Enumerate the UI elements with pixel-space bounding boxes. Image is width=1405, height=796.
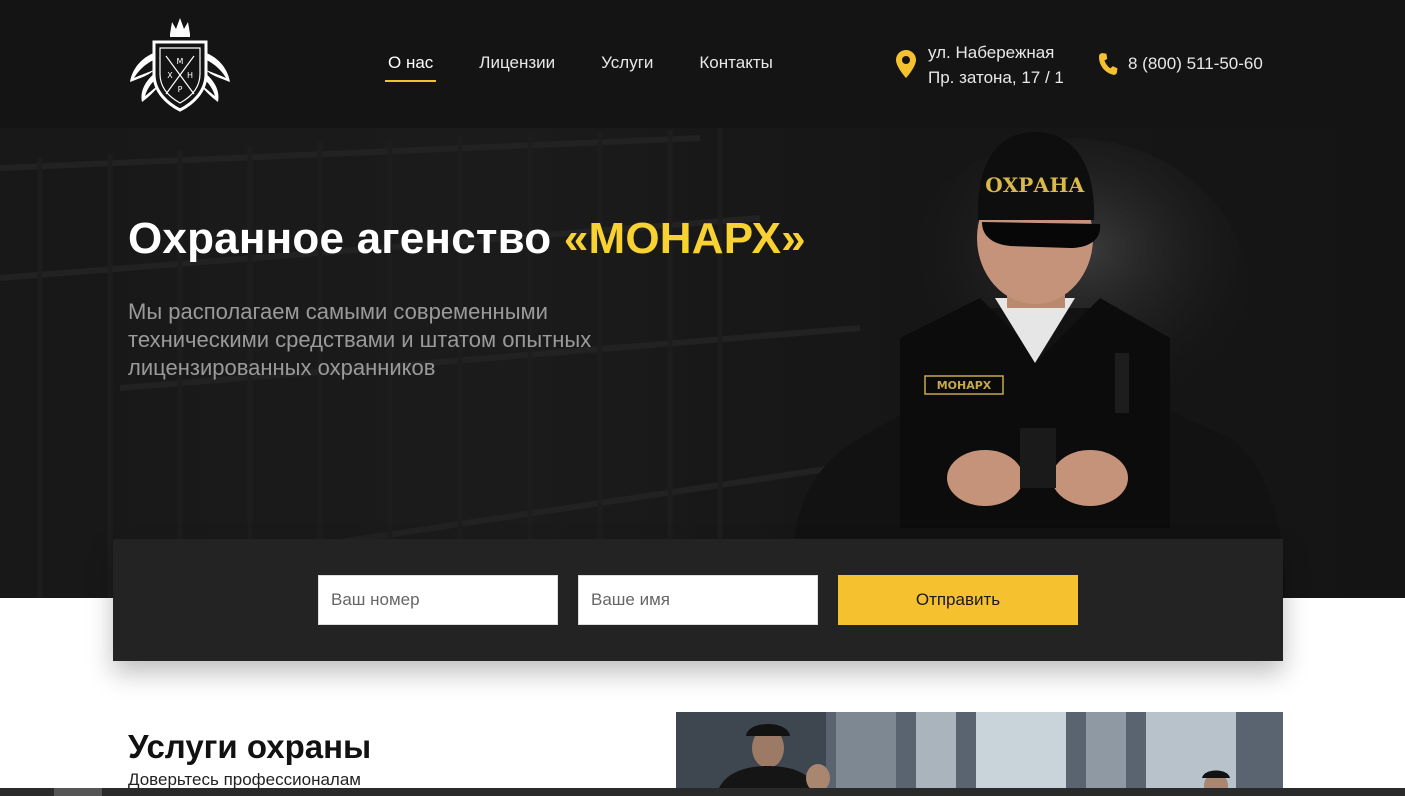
- logo-letter-right: Н: [187, 71, 193, 80]
- services-title: Услуги охраны: [128, 728, 372, 765]
- guards-team-photo: [676, 712, 1283, 796]
- logo-letter-left: Х: [167, 71, 173, 80]
- phone-input[interactable]: [318, 575, 558, 625]
- main-nav: О нас Лицензии Услуги Контакты: [384, 52, 819, 82]
- hero-section: Охранное агенство «МОНАРХ» Мы располагае…: [0, 128, 1405, 598]
- security-guard-image: ОХРАНА МОНАРХ: [790, 132, 1285, 598]
- hero-title-main: Охранное агенство: [128, 214, 564, 263]
- hero-title: Охранное агенство «МОНАРХ»: [128, 214, 806, 264]
- address-line-2: Пр. затона, 17 / 1: [928, 68, 1064, 87]
- patch-text: МОНАРХ: [937, 379, 992, 392]
- logo-letter-bottom: Р: [178, 85, 183, 94]
- phone-block[interactable]: 8 (800) 511-50-60: [1096, 52, 1263, 76]
- hero-subtitle: Мы располагаем самыми современными техни…: [128, 299, 592, 380]
- services-subtitle: Доверьтесь профессионалам: [128, 770, 361, 789]
- nav-item-about[interactable]: О нас: [384, 52, 437, 82]
- cap-text: ОХРАНА: [985, 173, 1085, 197]
- address-block: ул. Набережная Пр. затона, 17 / 1: [896, 40, 1064, 90]
- address-text: ул. Набережная Пр. затона, 17 / 1: [928, 40, 1064, 90]
- horizontal-scrollbar[interactable]: [0, 788, 1405, 796]
- phone-icon: [1099, 53, 1118, 75]
- nav-item-contacts[interactable]: Контакты: [699, 52, 772, 74]
- submit-button[interactable]: Отправить: [838, 575, 1078, 625]
- address-line-1: ул. Набережная: [928, 43, 1055, 62]
- scrollbar-thumb[interactable]: [54, 788, 102, 796]
- location-pin-icon: [896, 50, 916, 78]
- phone-number[interactable]: 8 (800) 511-50-60: [1128, 54, 1263, 74]
- nav-item-licenses[interactable]: Лицензии: [479, 52, 555, 74]
- nav-item-services[interactable]: Услуги: [601, 52, 653, 74]
- monarch-logo[interactable]: М Х Н Р: [126, 12, 234, 116]
- name-input[interactable]: [578, 575, 818, 625]
- logo-letter-top: М: [177, 57, 184, 66]
- site-header: М Х Н Р О нас Лицензии Услуги Контакты у…: [0, 0, 1405, 128]
- callback-form: Отправить: [113, 539, 1283, 661]
